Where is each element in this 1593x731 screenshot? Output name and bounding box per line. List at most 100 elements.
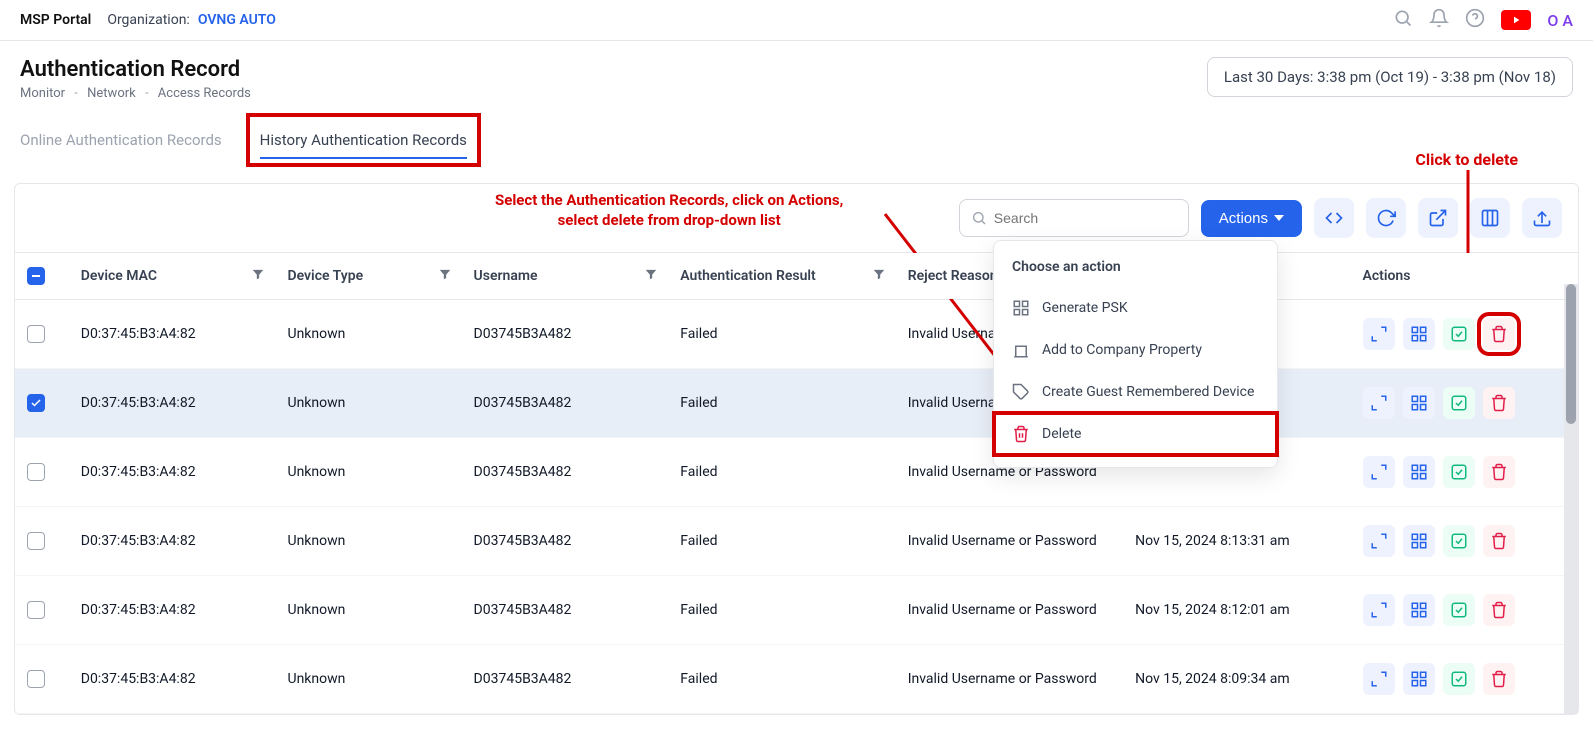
annotation-instruction: Select the Authentication Records, click… xyxy=(495,190,843,231)
col-username[interactable]: Username xyxy=(462,253,669,300)
cell-result: Failed xyxy=(668,576,895,645)
annotation-click-delete: Click to delete xyxy=(1415,150,1518,169)
organization-label: Organization: xyxy=(107,12,190,28)
row-checkbox[interactable] xyxy=(27,394,45,412)
dropdown-generate-psk[interactable]: Generate PSK xyxy=(994,287,1277,329)
table-row: D0:37:45:B3:A4:82UnknownD03745B3A482Fail… xyxy=(15,507,1578,576)
row-expand-button[interactable] xyxy=(1363,594,1395,626)
date-range-picker[interactable]: Last 30 Days: 3:38 pm (Oct 19) - 3:38 pm… xyxy=(1207,57,1573,97)
cell-type: Unknown xyxy=(275,369,461,438)
cell-mac: D0:37:45:B3:A4:82 xyxy=(69,438,276,507)
cell-reason: Invalid Username or Password xyxy=(896,576,1123,645)
columns-button[interactable] xyxy=(1470,198,1510,238)
page-header: Authentication Record Monitor - Network … xyxy=(0,41,1593,113)
avatar[interactable]: O A xyxy=(1547,11,1573,30)
row-qr-button[interactable] xyxy=(1403,318,1435,350)
table-row: D0:37:45:B3:A4:82UnknownD03745B3A482Fail… xyxy=(15,438,1578,507)
row-approve-button[interactable] xyxy=(1443,318,1475,350)
row-delete-button[interactable] xyxy=(1483,525,1515,557)
row-checkbox[interactable] xyxy=(27,325,45,343)
filter-icon[interactable] xyxy=(872,267,886,285)
breadcrumb-sep: - xyxy=(74,86,78,101)
cell-mac: D0:37:45:B3:A4:82 xyxy=(69,576,276,645)
search-icon[interactable] xyxy=(1393,8,1413,32)
cell-user: D03745B3A482 xyxy=(462,576,669,645)
select-all-checkbox[interactable] xyxy=(27,267,45,285)
search-icon xyxy=(971,210,987,226)
row-expand-button[interactable] xyxy=(1363,456,1395,488)
row-checkbox[interactable] xyxy=(27,670,45,688)
filter-icon[interactable] xyxy=(251,267,265,285)
row-expand-button[interactable] xyxy=(1363,387,1395,419)
actions-dropdown: Choose an action Generate PSK Add to Com… xyxy=(993,240,1278,468)
tab-online[interactable]: Online Authentication Records xyxy=(20,121,222,159)
tabs: Online Authentication Records History Au… xyxy=(0,113,1593,167)
row-approve-button[interactable] xyxy=(1443,456,1475,488)
row-checkbox[interactable] xyxy=(27,532,45,550)
scrollbar-thumb[interactable] xyxy=(1566,284,1576,424)
row-delete-button[interactable] xyxy=(1483,594,1515,626)
row-approve-button[interactable] xyxy=(1443,525,1475,557)
row-approve-button[interactable] xyxy=(1443,663,1475,695)
dropdown-delete[interactable]: Delete xyxy=(994,413,1277,455)
expand-columns-button[interactable] xyxy=(1314,198,1354,238)
toolbar: Select the Authentication Records, click… xyxy=(15,184,1578,252)
cell-result: Failed xyxy=(668,645,895,714)
dropdown-add-company[interactable]: Add to Company Property xyxy=(994,329,1277,371)
cell-type: Unknown xyxy=(275,576,461,645)
breadcrumb-monitor[interactable]: Monitor xyxy=(20,86,65,101)
cell-reason: Invalid Username or Password xyxy=(896,645,1123,714)
row-checkbox[interactable] xyxy=(27,463,45,481)
row-qr-button[interactable] xyxy=(1403,525,1435,557)
scrollbar-track[interactable] xyxy=(1564,284,1578,714)
row-approve-button[interactable] xyxy=(1443,387,1475,419)
cell-type: Unknown xyxy=(275,438,461,507)
cell-result: Failed xyxy=(668,438,895,507)
breadcrumb: Monitor - Network - Access Records xyxy=(20,86,251,101)
bell-icon[interactable] xyxy=(1429,8,1449,32)
tab-history[interactable]: History Authentication Records xyxy=(260,121,467,159)
cell-mac: D0:37:45:B3:A4:82 xyxy=(69,507,276,576)
row-expand-button[interactable] xyxy=(1363,525,1395,557)
dropdown-title: Choose an action xyxy=(994,253,1277,287)
row-delete-button[interactable] xyxy=(1483,387,1515,419)
filter-icon[interactable] xyxy=(644,267,658,285)
external-link-button[interactable] xyxy=(1418,198,1458,238)
row-delete-button[interactable] xyxy=(1483,663,1515,695)
col-device-type[interactable]: Device Type xyxy=(275,253,461,300)
cell-reason: Invalid Username or Password xyxy=(896,507,1123,576)
table-row: D0:37:45:B3:A4:82UnknownD03745B3A482Fail… xyxy=(15,645,1578,714)
row-delete-button[interactable] xyxy=(1483,318,1515,350)
col-auth-result[interactable]: Authentication Result xyxy=(668,253,895,300)
cell-user: D03745B3A482 xyxy=(462,300,669,369)
table-row: D0:37:45:B3:A4:82UnknownD03745B3A482Fail… xyxy=(15,369,1578,438)
row-expand-button[interactable] xyxy=(1363,663,1395,695)
top-bar: MSP Portal Organization: OVNG AUTO O A xyxy=(0,0,1593,41)
row-delete-button[interactable] xyxy=(1483,456,1515,488)
help-icon[interactable] xyxy=(1465,8,1485,32)
table-row: D0:37:45:B3:A4:82UnknownD03745B3A482Fail… xyxy=(15,576,1578,645)
row-approve-button[interactable] xyxy=(1443,594,1475,626)
row-qr-button[interactable] xyxy=(1403,456,1435,488)
youtube-icon[interactable] xyxy=(1501,10,1531,30)
row-checkbox[interactable] xyxy=(27,601,45,619)
cell-user: D03745B3A482 xyxy=(462,438,669,507)
actions-button[interactable]: Actions xyxy=(1201,200,1302,237)
cell-time: Nov 15, 2024 8:13:31 am xyxy=(1123,507,1350,576)
dropdown-create-guest[interactable]: Create Guest Remembered Device xyxy=(994,371,1277,413)
row-expand-button[interactable] xyxy=(1363,318,1395,350)
col-device-mac[interactable]: Device MAC xyxy=(69,253,276,300)
filter-icon[interactable] xyxy=(438,267,452,285)
col-actions: Actions xyxy=(1351,253,1579,300)
row-qr-button[interactable] xyxy=(1403,387,1435,419)
table-row: D0:37:45:B3:A4:82UnknownD03745B3A482Fail… xyxy=(15,300,1578,369)
search-input[interactable] xyxy=(959,199,1189,237)
row-qr-button[interactable] xyxy=(1403,594,1435,626)
row-qr-button[interactable] xyxy=(1403,663,1435,695)
export-button[interactable] xyxy=(1522,198,1562,238)
refresh-button[interactable] xyxy=(1366,198,1406,238)
organization-name[interactable]: OVNG AUTO xyxy=(198,12,276,28)
cell-mac: D0:37:45:B3:A4:82 xyxy=(69,369,276,438)
breadcrumb-access-records[interactable]: Access Records xyxy=(158,86,251,101)
breadcrumb-network[interactable]: Network xyxy=(87,86,136,101)
